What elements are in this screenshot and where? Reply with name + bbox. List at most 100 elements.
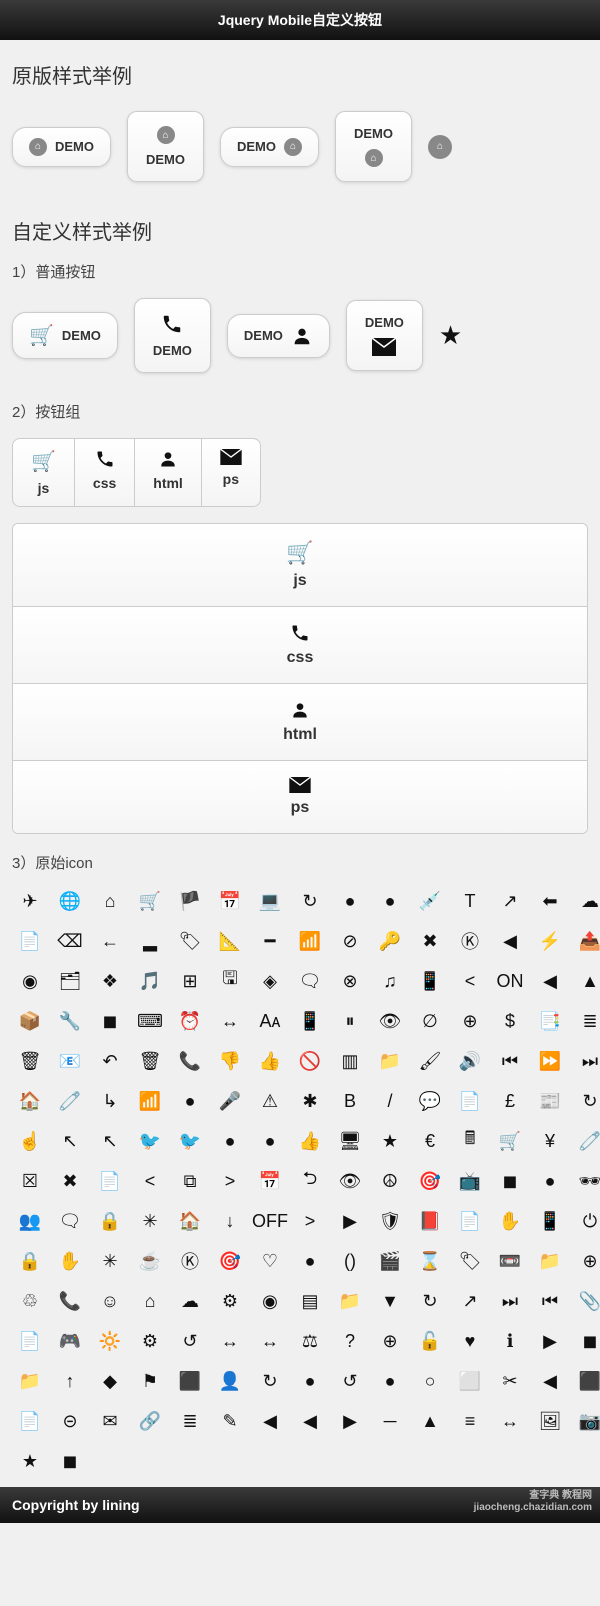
grid-icon: ● xyxy=(172,1083,208,1119)
grid-icon: ✖ xyxy=(412,923,448,959)
grid-icon: ✋ xyxy=(52,1243,88,1279)
demo-button-2[interactable]: ⌂ DEMO xyxy=(127,111,204,182)
grid-icon: 🎯 xyxy=(412,1163,448,1199)
grid-icon: ∅ xyxy=(412,1003,448,1039)
grid-icon: 📎 xyxy=(572,1283,600,1319)
grid-icon: ⚖ xyxy=(292,1323,328,1359)
grid-icon: 👤 xyxy=(212,1363,248,1399)
vseg-js[interactable]: 🛒 js xyxy=(13,524,587,607)
grid-icon: 📁 xyxy=(332,1283,368,1319)
phone-button[interactable]: DEMO xyxy=(134,298,211,373)
grid-icon: ━ xyxy=(252,923,288,959)
grid-icon: ⚡ xyxy=(532,923,568,959)
grid-icon: ↳ xyxy=(92,1083,128,1119)
grid-icon: ↓ xyxy=(212,1203,248,1239)
grid-icon: 🔒 xyxy=(12,1243,48,1279)
grid-icon: ⏭ xyxy=(572,1043,600,1079)
header-bar: Jquery Mobile自定义按钮 xyxy=(0,0,600,40)
grid-icon: Ⓚ xyxy=(172,1243,208,1279)
grid-icon: ON xyxy=(492,963,528,999)
grid-icon: 👍 xyxy=(292,1123,328,1159)
grid-icon: ⌂ xyxy=(92,883,128,919)
vseg-ps[interactable]: ps xyxy=(13,761,587,833)
vseg-js-label: js xyxy=(293,572,306,590)
grid-icon: ⊕ xyxy=(372,1323,408,1359)
grid-icon: ◀ xyxy=(292,1403,328,1439)
grid-icon: ⬛ xyxy=(572,1363,600,1399)
home-icon-standalone[interactable]: ⌂ xyxy=(428,135,452,159)
grid-icon: 👁 xyxy=(332,1163,368,1199)
grid-icon: ○ xyxy=(412,1363,448,1399)
grid-icon: ✋ xyxy=(492,1203,528,1239)
grid-icon: 🗑 xyxy=(132,1043,168,1079)
seg-ps[interactable]: ps xyxy=(202,439,260,506)
grid-icon: ⊕ xyxy=(572,1243,600,1279)
grid-icon: OFF xyxy=(252,1203,288,1239)
demo-button-3[interactable]: DEMO ⌂ xyxy=(220,127,319,167)
demo-button-4[interactable]: DEMO ⌂ xyxy=(335,111,412,182)
grid-icon: 📷 xyxy=(572,1403,600,1439)
grid-icon: ◼ xyxy=(492,1163,528,1199)
grid-icon: ▤ xyxy=(292,1283,328,1319)
grid-icon: 🖼 xyxy=(532,1403,568,1439)
grid-icon: 🎬 xyxy=(372,1243,408,1279)
grid-icon: 🕶 xyxy=(572,1163,600,1199)
vseg-html-label: html xyxy=(283,726,317,744)
mail-button[interactable]: DEMO xyxy=(346,300,423,371)
grid-icon: ↻ xyxy=(292,883,328,919)
grid-icon: 🗨 xyxy=(292,963,328,999)
footer-bar: Copyright by lining 查字典 教程网 jiaocheng.ch… xyxy=(0,1487,600,1523)
grid-icon: ✳ xyxy=(132,1203,168,1239)
grid-icon: ☁ xyxy=(572,883,600,919)
vseg-css[interactable]: css xyxy=(13,607,587,684)
grid-icon: $ xyxy=(492,1003,528,1039)
grid-icon: 📶 xyxy=(292,923,328,959)
cart-button[interactable]: 🛒 DEMO xyxy=(12,312,118,359)
grid-icon: ↻ xyxy=(572,1083,600,1119)
grid-icon: 🎤 xyxy=(212,1083,248,1119)
subtitle-raw-icons: 3）原始icon xyxy=(12,852,588,873)
grid-icon: 📕 xyxy=(412,1203,448,1239)
grid-icon: 🔆 xyxy=(92,1323,128,1359)
grid-icon: 🔑 xyxy=(372,923,408,959)
grid-icon: 🗂 xyxy=(52,963,88,999)
vseg-html[interactable]: html xyxy=(13,684,587,761)
seg-html[interactable]: html xyxy=(135,439,202,506)
mail-label: DEMO xyxy=(365,315,404,330)
grid-icon: 📄 xyxy=(12,1323,48,1359)
demo-button-1[interactable]: ⌂ DEMO xyxy=(12,127,111,167)
grid-icon: ✉ xyxy=(92,1403,128,1439)
grid-icon: 📰 xyxy=(532,1083,568,1119)
demo-row-custom: 🛒 DEMO DEMO DEMO DEMO ★ xyxy=(0,292,600,387)
grid-icon: ↺ xyxy=(332,1363,368,1399)
grid-icon: 🛡 xyxy=(372,1203,408,1239)
home-icon: ⌂ xyxy=(157,126,175,144)
grid-icon: ◼ xyxy=(52,1443,88,1479)
cart-label: DEMO xyxy=(62,328,101,343)
demo-label-3: DEMO xyxy=(237,139,276,154)
icon-grid: ✈🌐⌂🛒🏴📅💻↻●●💉T↗⬅☁+1≡☝⬛📄⌫←▂🏷📐━📶⊘🔑✖Ⓚ◀⚡📤📁⇄🔖↘◉… xyxy=(12,883,588,1469)
grid-icon: ↻ xyxy=(412,1283,448,1319)
grid-icon: < xyxy=(132,1163,168,1199)
grid-icon: 👥 xyxy=(12,1203,48,1239)
grid-icon: ◀ xyxy=(532,1363,568,1399)
grid-icon: 📦 xyxy=(12,1003,48,1039)
seg-js[interactable]: 🛒 js xyxy=(13,439,75,506)
grid-icon: ≣ xyxy=(172,1403,208,1439)
grid-icon: ⚙ xyxy=(132,1323,168,1359)
button-group-vertical: 🛒 js css html ps xyxy=(12,523,588,834)
seg-css[interactable]: css xyxy=(75,439,135,506)
grid-icon: ♡ xyxy=(252,1243,288,1279)
grid-icon: ✎ xyxy=(212,1403,248,1439)
grid-icon: ⊗ xyxy=(332,963,368,999)
grid-icon: ● xyxy=(532,1163,568,1199)
grid-icon: 🏷 xyxy=(172,923,208,959)
grid-icon: ◼ xyxy=(572,1323,600,1359)
grid-icon: 💬 xyxy=(412,1083,448,1119)
grid-icon: 📄 xyxy=(92,1163,128,1199)
grid-icon: ♥ xyxy=(452,1323,488,1359)
person-button[interactable]: DEMO xyxy=(227,314,330,358)
star-icon-standalone[interactable]: ★ xyxy=(439,320,462,351)
grid-icon: 🖌 xyxy=(412,1043,448,1079)
grid-icon: ⏭ xyxy=(492,1283,528,1319)
